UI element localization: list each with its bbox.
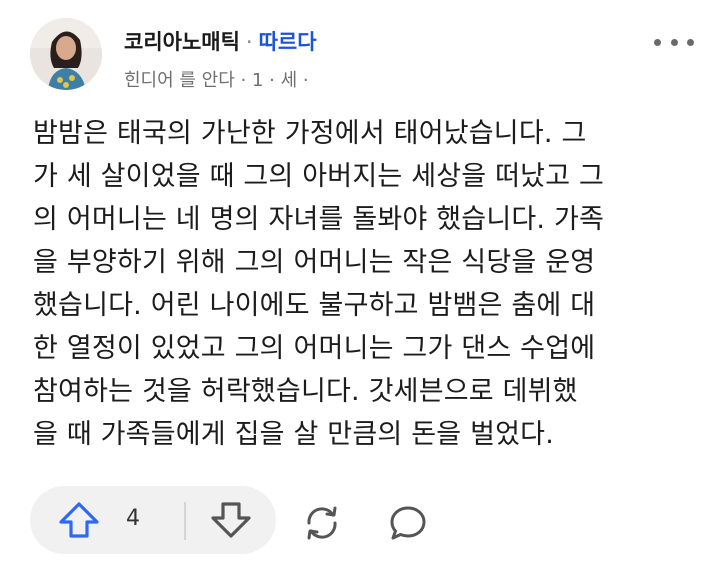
vote-divider — [184, 502, 186, 540]
share-button[interactable] — [300, 503, 344, 547]
upvote-button[interactable] — [58, 501, 100, 543]
body-line: 의 어머니는 네 명의 자녀를 돌봐야 했습니다. 가족 — [33, 204, 605, 235]
upvote-arrow-icon — [59, 502, 99, 538]
upvote-count: 4 — [126, 506, 140, 531]
body-line: 참여하는 것을 허락했습니다. 갓세븐으로 데뷔했 — [33, 376, 578, 407]
vote-bar: 4 — [30, 486, 276, 554]
body-line: 을 때 가족들에게 집을 살 만큼의 돈을 벌었다. — [33, 419, 554, 450]
body-line: 밤밤은 태국의 가난한 가정에서 태어났습니다. 그 — [33, 118, 587, 149]
downvote-arrow-icon — [211, 502, 251, 538]
more-options-icon[interactable] — [654, 30, 694, 54]
comment-button[interactable] — [386, 503, 430, 547]
post-meta: 힌디어 를 안다 · 1 · 세 · — [124, 70, 309, 91]
downvote-button[interactable] — [210, 501, 252, 543]
author-line: 코리아노매틱 · 따르다 — [124, 26, 317, 56]
post-body: 밤밤은 태국의 가난한 가정에서 태어났습니다. 그 가 세 살이었을 때 그의… — [33, 112, 689, 456]
body-line: 가 세 살이었을 때 그의 아버지는 세상을 떠났고 그 — [33, 161, 605, 192]
comment-bubble-icon — [390, 506, 426, 540]
body-line: 한 열정이 있었고 그의 어머니는 그가 댄스 수업에 — [33, 333, 596, 364]
body-line: 했습니다. 어린 나이에도 불구하고 밤뱀은 춤에 대 — [33, 290, 596, 321]
share-repost-icon — [307, 506, 337, 540]
post-header: 코리아노매틱 · 따르다 힌디어 를 안다 · 1 · 세 · — [30, 16, 694, 96]
body-line: 을 부양하기 위해 그의 어머니는 작은 식당을 운영 — [33, 247, 596, 278]
separator-dot: · — [245, 30, 253, 54]
follow-button[interactable]: 따르다 — [259, 30, 317, 54]
avatar[interactable] — [30, 18, 102, 90]
author-name[interactable]: 코리아노매틱 — [124, 30, 240, 54]
